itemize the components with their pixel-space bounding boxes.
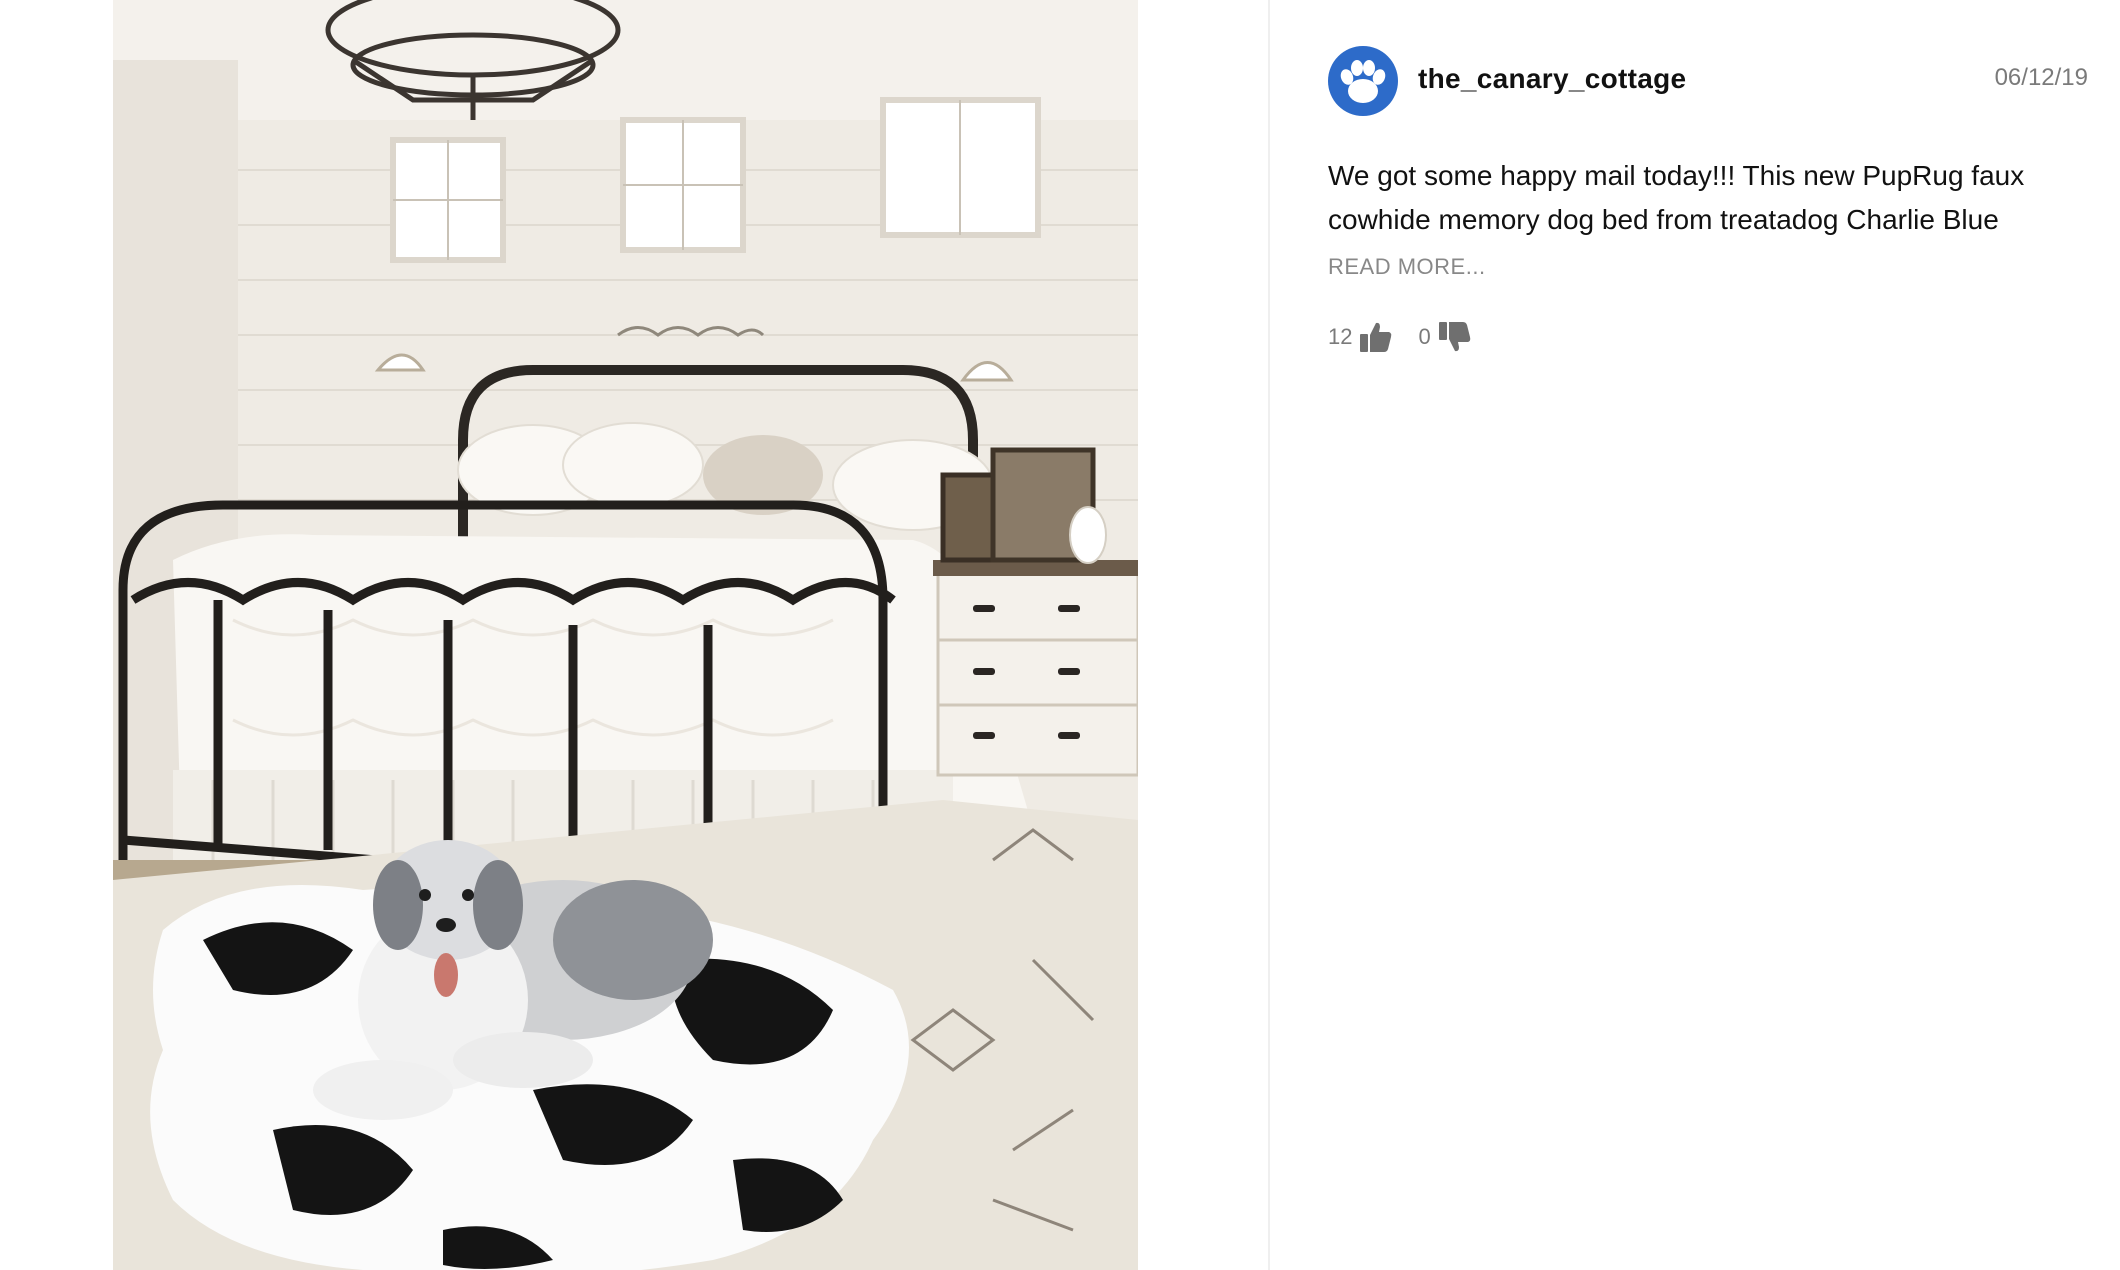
dislike-button[interactable] <box>1437 319 1473 355</box>
vote-controls: 12 0 <box>1328 315 1473 359</box>
thumbs-down-icon <box>1438 322 1470 352</box>
dislike-count: 0 <box>1418 324 1431 349</box>
bedroom-dog-photo <box>113 0 1138 1270</box>
user-avatar[interactable] <box>1328 46 1398 116</box>
thumbs-up-icon <box>1360 322 1392 352</box>
like-button[interactable] <box>1358 319 1394 355</box>
paw-icon <box>1340 60 1386 103</box>
post-photo[interactable] <box>113 0 1138 1270</box>
post-username[interactable]: the_canary_cottage <box>1418 63 1686 95</box>
post-date: 06/12/19 <box>1994 64 2088 91</box>
post-caption: We got some happy mail today!!! This new… <box>1328 160 2025 235</box>
like-count: 12 <box>1328 324 1353 349</box>
post-details-panel: the_canary_cottage 06/12/19 We got some … <box>1270 0 2120 1270</box>
read-more-link[interactable]: READ MORE... <box>1328 254 1486 280</box>
post-photo-panel <box>0 0 1268 1270</box>
